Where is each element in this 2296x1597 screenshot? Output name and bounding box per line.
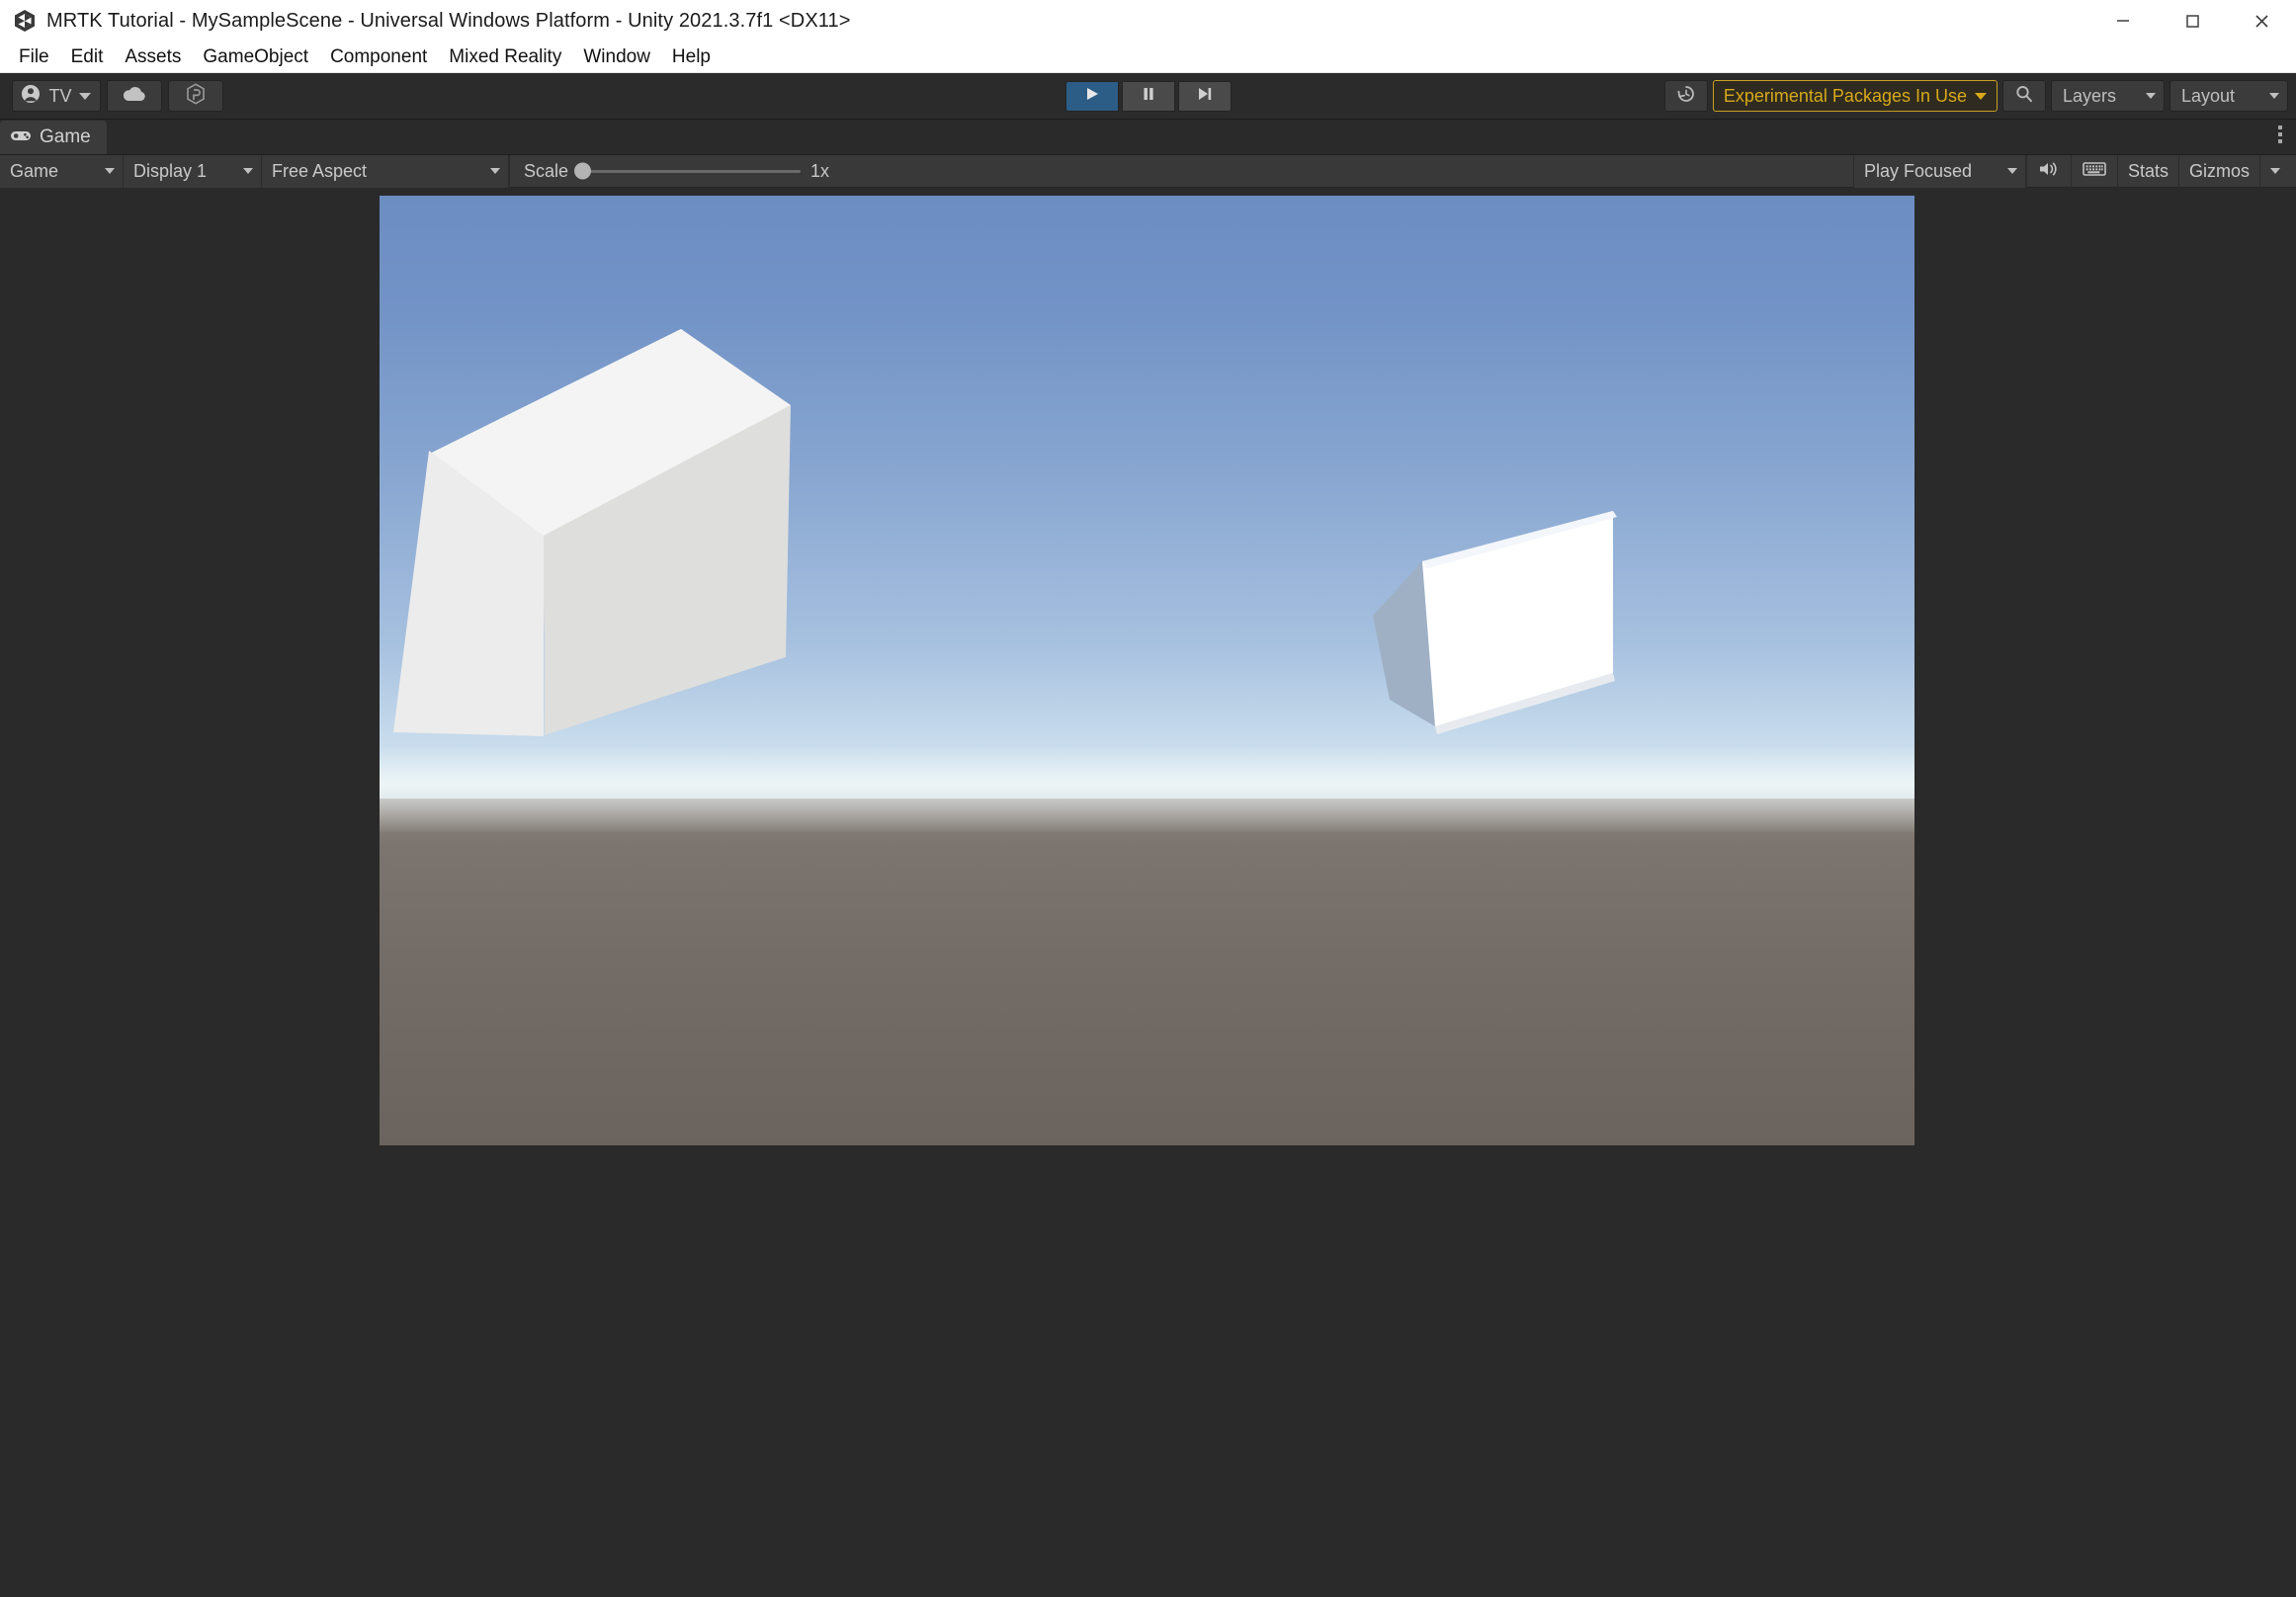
menu-item-edit[interactable]: Edit xyxy=(60,44,115,70)
unity-logo-icon xyxy=(12,8,38,34)
play-button[interactable] xyxy=(1064,80,1119,112)
scale-slider-group: Scale 1x xyxy=(509,154,843,188)
toolbar-right-group: Experimental Packages In Use Layers Layo… xyxy=(1663,80,2288,112)
person-icon xyxy=(20,83,42,110)
unity-services-icon xyxy=(184,82,208,111)
experimental-packages-badge[interactable]: Experimental Packages In Use xyxy=(1712,80,1998,112)
layers-dropdown[interactable]: Layers xyxy=(2051,80,2165,112)
undo-history-button[interactable] xyxy=(1663,80,1708,112)
pause-button[interactable] xyxy=(1121,80,1175,112)
layout-dropdown[interactable]: Layout xyxy=(2169,80,2288,112)
menu-item-mixed-reality[interactable]: Mixed Reality xyxy=(438,44,572,70)
search-button[interactable] xyxy=(2002,80,2046,112)
gizmos-dropdown[interactable] xyxy=(2259,154,2292,188)
account-label: TV xyxy=(48,85,72,106)
kebab-menu-icon[interactable] xyxy=(2278,126,2282,143)
large-cube xyxy=(393,329,791,736)
unity-services-button[interactable] xyxy=(168,80,223,112)
scale-label: Scale xyxy=(524,160,569,181)
chevron-down-icon xyxy=(243,168,253,174)
play-icon xyxy=(1083,85,1101,108)
step-forward-icon xyxy=(1196,85,1214,108)
undo-history-icon xyxy=(1675,83,1697,110)
play-mode-label: Play Focused xyxy=(1863,160,1973,181)
game-render-surface[interactable] xyxy=(380,196,1914,1145)
chevron-down-icon xyxy=(2146,93,2156,99)
layout-label: Layout xyxy=(2181,85,2236,106)
gizmos-button[interactable]: Gizmos xyxy=(2177,154,2259,188)
menu-item-file[interactable]: File xyxy=(8,44,60,70)
stats-button[interactable]: Stats xyxy=(2116,154,2178,188)
game-view-area xyxy=(0,188,2296,1597)
frame-debugger-icon xyxy=(2082,160,2107,183)
menu-item-component[interactable]: Component xyxy=(319,44,438,70)
cloud-button[interactable] xyxy=(107,80,162,112)
play-controls xyxy=(1064,80,1232,112)
menu-item-window[interactable]: Window xyxy=(572,44,661,70)
game-toolbar-right-group: Play Focused Stats Gizmos xyxy=(1852,154,2292,188)
maximize-button[interactable] xyxy=(2158,0,2227,42)
play-mode-dropdown[interactable]: Play Focused xyxy=(1852,154,2026,188)
step-button[interactable] xyxy=(1177,80,1232,112)
gamepad-icon xyxy=(10,126,32,148)
tab-game[interactable]: Game xyxy=(0,121,107,154)
toolbar-left-group: TV xyxy=(12,80,229,112)
stats-label: Stats xyxy=(2127,160,2168,181)
display-dropdown[interactable]: Display 1 xyxy=(124,154,262,188)
panel-tabstrip: Game xyxy=(0,120,2296,155)
experimental-packages-label: Experimental Packages In Use xyxy=(1723,85,1967,106)
chevron-down-icon xyxy=(490,168,500,174)
search-icon xyxy=(2013,83,2035,110)
close-button[interactable] xyxy=(2227,0,2296,42)
scale-slider-handle[interactable] xyxy=(574,162,592,180)
small-cube xyxy=(1373,511,1617,734)
frame-debugger-button[interactable] xyxy=(2070,154,2117,188)
mute-audio-icon xyxy=(2037,160,2061,183)
ground-plane xyxy=(380,798,1914,1145)
chevron-down-icon xyxy=(1975,92,1987,100)
aspect-dropdown[interactable]: Free Aspect xyxy=(262,154,509,188)
view-mode-label: Game xyxy=(10,160,59,181)
mute-audio-button[interactable] xyxy=(2025,154,2071,188)
window-title: MRTK Tutorial - MySampleScene - Universa… xyxy=(46,9,851,32)
aspect-label: Free Aspect xyxy=(272,160,368,181)
display-label: Display 1 xyxy=(133,160,208,181)
pause-icon xyxy=(1140,85,1157,108)
cloud-icon xyxy=(122,85,147,108)
scale-value: 1x xyxy=(810,160,830,181)
account-dropdown[interactable]: TV xyxy=(12,80,101,112)
chevron-down-icon xyxy=(105,168,115,174)
menu-item-help[interactable]: Help xyxy=(661,44,722,70)
window-titlebar: MRTK Tutorial - MySampleScene - Universa… xyxy=(0,0,2296,42)
chevron-down-icon xyxy=(2269,93,2279,99)
view-mode-dropdown[interactable]: Game xyxy=(0,154,124,188)
scale-slider[interactable] xyxy=(574,162,802,180)
chevron-down-icon xyxy=(78,92,91,100)
window-controls xyxy=(2088,0,2296,42)
menubar: File Edit Assets GameObject Component Mi… xyxy=(0,42,2296,73)
game-view-toolbar: Game Display 1 Free Aspect Scale 1x Play… xyxy=(0,154,2296,188)
menu-item-gameobject[interactable]: GameObject xyxy=(192,44,319,70)
layers-label: Layers xyxy=(2063,85,2117,106)
chevron-down-icon xyxy=(2006,168,2017,174)
menu-item-assets[interactable]: Assets xyxy=(114,44,192,70)
tab-game-label: Game xyxy=(40,126,91,147)
gizmos-label: Gizmos xyxy=(2188,160,2250,181)
unity-main-toolbar: TV Experimental Packages In Use Layers L… xyxy=(0,73,2296,120)
minimize-button[interactable] xyxy=(2088,0,2158,42)
chevron-down-icon xyxy=(2270,168,2280,174)
